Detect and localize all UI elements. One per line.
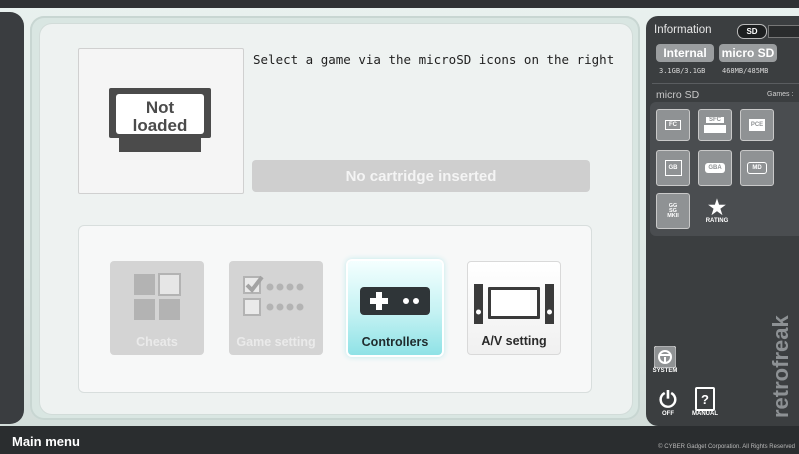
brand-text: retrofreak	[768, 315, 793, 418]
info-divider	[652, 83, 799, 84]
left-edge-panel	[0, 12, 24, 424]
system-button[interactable]: SYSTEM	[652, 340, 678, 374]
gba-system-icon[interactable]: GBA	[698, 150, 732, 186]
cheats-icon	[134, 273, 181, 320]
star-icon: ★	[708, 197, 726, 219]
game-setting-label: Game setting	[236, 335, 316, 349]
internal-storage-button[interactable]: Internal	[656, 44, 714, 62]
gg-sg-mkii-system-icon[interactable]: GG SG MKII	[656, 193, 690, 229]
cartridge-icon: Not loaded	[109, 88, 211, 152]
microsd-storage-button[interactable]: micro SD	[719, 44, 777, 62]
gba-label: GBA	[705, 163, 725, 173]
information-header: Information	[654, 24, 712, 36]
microsd-usage: 468MB/485MB	[722, 67, 769, 75]
games-caption: Games :	[767, 91, 794, 98]
footer-copyright: © CYBER Gadget Corporation. All Rights R…	[658, 444, 795, 450]
top-strip	[0, 0, 799, 8]
power-icon: ⏻	[659, 387, 677, 412]
fc-system-icon[interactable]: FC	[656, 109, 690, 141]
off-button[interactable]: ⏻ OFF	[655, 383, 681, 418]
controllers-button[interactable]: Controllers	[348, 261, 442, 355]
gb-label: GB	[664, 160, 682, 176]
svg-text:?: ?	[701, 392, 709, 407]
controller-icon	[360, 287, 430, 315]
gg-sg-mkii-label: GG SG MKII	[667, 202, 679, 219]
av-setting-button[interactable]: A/V setting	[467, 261, 561, 355]
retrofreak-logo: retrofreak	[768, 315, 793, 418]
rating-button[interactable]: ★ RATING	[700, 193, 734, 229]
footer-title: Main menu	[12, 434, 80, 449]
off-label: OFF	[662, 411, 674, 417]
sfc-cart-shape	[704, 125, 726, 133]
manual-button[interactable]: ? MANUAL	[692, 381, 718, 417]
cheats-button[interactable]: Cheats	[110, 261, 204, 355]
cartridge-text-line1: Not	[146, 98, 175, 117]
cartridge-status: No cartridge inserted	[252, 160, 590, 192]
md-label: MD	[747, 162, 767, 174]
microsd-header: micro SD	[656, 89, 700, 101]
av-icon	[474, 284, 554, 324]
fc-label: FC	[665, 120, 681, 130]
system-label: SYSTEM	[652, 368, 678, 374]
rating-label: RATING	[705, 218, 729, 224]
md-system-icon[interactable]: MD	[740, 150, 774, 186]
sd-toggle[interactable]	[768, 25, 799, 38]
game-setting-icon	[243, 275, 304, 316]
system-icon	[654, 346, 676, 368]
sfc-label: SFC	[706, 117, 724, 123]
controllers-label: Controllers	[361, 335, 429, 349]
internal-usage: 3.1GB/3.1GB	[659, 67, 706, 75]
sd-badge: SD	[737, 24, 767, 39]
game-setting-button[interactable]: Game setting	[229, 261, 323, 355]
cartridge-text-line2: loaded	[133, 116, 188, 135]
gb-system-icon[interactable]: GB	[656, 150, 690, 186]
pce-system-icon[interactable]: PCE	[740, 109, 774, 141]
av-setting-label: A/V setting	[481, 334, 547, 348]
cheats-label: Cheats	[136, 335, 178, 349]
sfc-system-icon[interactable]: SFC	[698, 109, 732, 141]
manual-icon: ?	[695, 387, 715, 411]
pce-label: PCE	[748, 119, 766, 131]
cartridge-hint: Select a game via the microSD icons on t…	[253, 52, 615, 67]
manual-label: MANUAL	[692, 411, 718, 417]
